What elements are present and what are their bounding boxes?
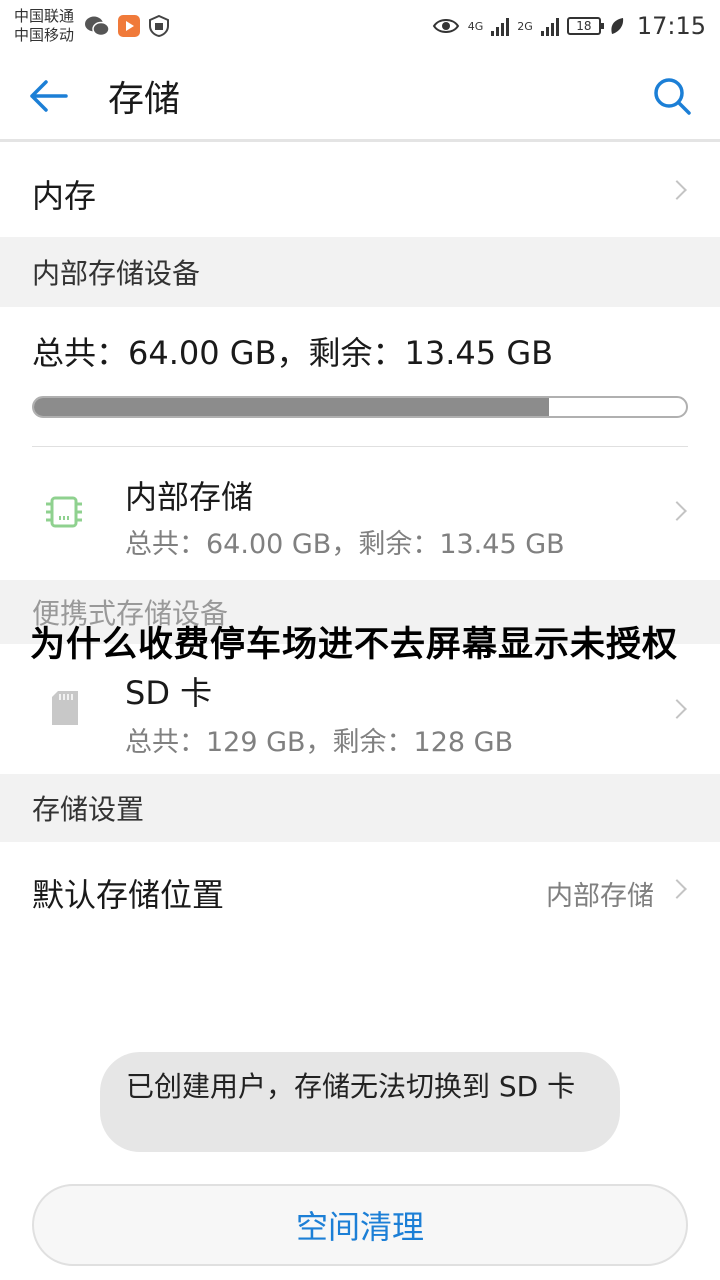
default-storage-location-value: 内部存储 bbox=[546, 881, 654, 912]
internal-storage-section-title: 内部存储设备 bbox=[32, 257, 201, 290]
system-icons: 4G 2G 18 17:15 bbox=[432, 12, 706, 40]
memory-label: 内存 bbox=[32, 177, 97, 215]
default-storage-location-label: 默认存储位置 bbox=[32, 876, 225, 914]
chip-icon bbox=[46, 496, 82, 528]
page-title: 存储 bbox=[108, 78, 181, 120]
shield-app-icon bbox=[149, 15, 170, 37]
chevron-right-icon bbox=[667, 699, 687, 719]
battery-icon: 18 bbox=[566, 17, 604, 35]
internal-storage-section-header: 内部存储设备 bbox=[0, 237, 720, 307]
sd-card-subtitle: 总共：129 GB，剩余：128 GB bbox=[125, 727, 514, 758]
internal-storage-title: 内部存储 bbox=[125, 478, 254, 516]
battery-level: 18 bbox=[576, 19, 592, 33]
video-app-icon bbox=[118, 15, 141, 37]
search-icon[interactable] bbox=[652, 76, 692, 116]
carrier-names: 中国联通 中国移动 bbox=[14, 7, 74, 45]
sd-card-title: SD 卡 bbox=[125, 674, 213, 712]
internal-storage-item[interactable]: 内部存储 总共：64.00 GB，剩余：13.45 GB bbox=[0, 448, 720, 576]
storage-settings-section-title: 存储设置 bbox=[32, 793, 145, 826]
carrier-2: 中国移动 bbox=[14, 26, 75, 44]
space-cleanup-button[interactable]: 空间清理 bbox=[32, 1184, 688, 1266]
sd-card-icon bbox=[52, 691, 78, 725]
overlay-caption: 为什么收费停车场进不去屏幕显示未授权 bbox=[30, 625, 679, 665]
memory-row[interactable]: 内存 bbox=[0, 145, 720, 237]
network-type-2: 2G bbox=[517, 19, 533, 33]
signal-1-icon bbox=[491, 16, 510, 36]
divider bbox=[32, 446, 688, 447]
notification-icons bbox=[84, 15, 170, 37]
storage-usage-fill bbox=[34, 398, 550, 416]
network-type-1: 4G bbox=[467, 19, 484, 33]
internal-total-summary: 总共：64.00 GB，剩余：13.45 GB bbox=[32, 334, 554, 372]
carrier-1: 中国联通 bbox=[14, 7, 75, 25]
storage-settings-section-header: 存储设置 bbox=[0, 774, 720, 842]
leaf-power-saving-icon bbox=[611, 18, 623, 34]
chevron-right-icon bbox=[667, 180, 687, 200]
signal-2-icon bbox=[540, 16, 559, 36]
internal-storage-subtitle: 总共：64.00 GB，剩余：13.45 GB bbox=[125, 529, 565, 560]
status-bar: 中国联通 中国移动 4G 2G 18 17:15 bbox=[0, 0, 720, 52]
app-bar: 存储 bbox=[0, 52, 720, 142]
eye-comfort-icon bbox=[432, 19, 459, 33]
back-arrow-icon[interactable] bbox=[28, 79, 68, 113]
storage-usage-bar bbox=[32, 396, 688, 418]
toast-message: 已创建用户，存储无法切换到 SD 卡 bbox=[100, 1052, 620, 1152]
wechat-icon bbox=[85, 16, 110, 37]
chevron-right-icon bbox=[667, 501, 687, 521]
clock: 17:15 bbox=[636, 12, 706, 40]
